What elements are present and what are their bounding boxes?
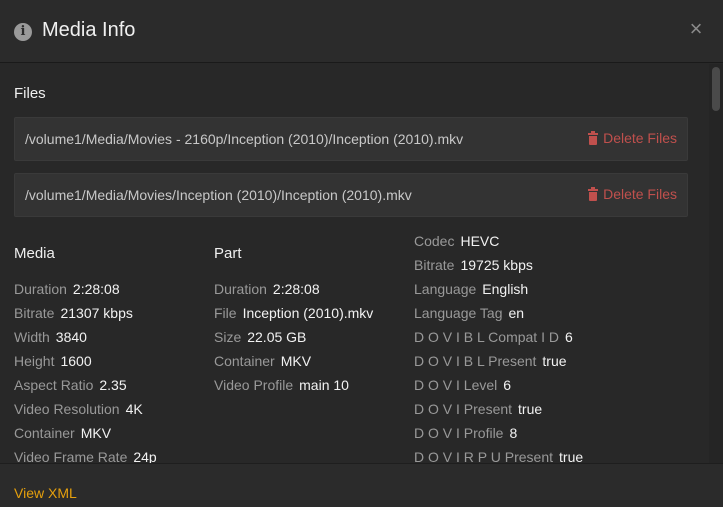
delete-files-button[interactable]: Delete Files xyxy=(588,186,677,202)
media-label: Video Resolution xyxy=(14,401,120,417)
media-label: Height xyxy=(14,353,55,369)
stream-row-codec: Codec HEVC xyxy=(414,233,499,249)
part-label: Container xyxy=(214,353,275,369)
stream-label: Codec xyxy=(414,233,455,249)
media-row-height: Height 1600 xyxy=(14,353,92,369)
media-row-width: Width 3840 xyxy=(14,329,87,345)
stream-row-language-tag: Language Tag en xyxy=(414,305,524,321)
media-value: 2.35 xyxy=(99,377,127,393)
trash-icon xyxy=(588,187,599,201)
file-path: /volume1/Media/Movies/Inception (2010)/I… xyxy=(25,187,412,203)
media-value: 2:28:08 xyxy=(72,281,120,297)
stream-value: 19725 kbps xyxy=(460,257,533,273)
media-label: Aspect Ratio xyxy=(14,377,94,393)
stream-row-dovi-rpu-present: D O V I R P U Present true xyxy=(414,449,583,463)
scrollbar-thumb[interactable] xyxy=(712,67,720,111)
media-label: Bitrate xyxy=(14,305,55,321)
stream-label: D O V I B L Compat I D xyxy=(414,329,559,345)
stream-label: Language Tag xyxy=(414,305,503,321)
info-icon: i xyxy=(14,23,32,41)
close-icon[interactable]: × xyxy=(686,17,706,41)
stream-label: D O V I R P U Present xyxy=(414,449,554,463)
files-heading: Files xyxy=(14,85,46,102)
stream-label: D O V I Level xyxy=(414,377,498,393)
stream-label: D O V I Present xyxy=(414,401,513,417)
media-heading: Media xyxy=(14,245,55,262)
stream-value: HEVC xyxy=(460,233,500,249)
media-value: 4K xyxy=(125,401,143,417)
part-label: File xyxy=(214,305,237,321)
media-row-video-frame-rate: Video Frame Rate 24p xyxy=(14,449,157,463)
stream-row-dovi-present: D O V I Present true xyxy=(414,401,542,417)
media-row-video-resolution: Video Resolution 4K xyxy=(14,401,143,417)
part-value: 22.05 GB xyxy=(247,329,307,345)
stream-value: true xyxy=(542,353,567,369)
part-row-size: Size 22.05 GB xyxy=(214,329,306,345)
stream-value: 6 xyxy=(564,329,573,345)
stream-row-dovi-profile: D O V I Profile 8 xyxy=(414,425,517,441)
stream-value: 6 xyxy=(503,377,512,393)
stream-value: en xyxy=(508,305,525,321)
media-value: 21307 kbps xyxy=(60,305,133,321)
dialog-title: Media Info xyxy=(42,19,136,41)
dialog-footer: View XML xyxy=(0,463,723,507)
media-label: Container xyxy=(14,425,75,441)
delete-files-label: Delete Files xyxy=(603,130,677,146)
media-row-aspect-ratio: Aspect Ratio 2.35 xyxy=(14,377,127,393)
media-label: Duration xyxy=(14,281,67,297)
media-label: Video Frame Rate xyxy=(14,449,128,463)
stream-value: true xyxy=(559,449,584,463)
stream-value: 8 xyxy=(509,425,518,441)
stream-value: true xyxy=(518,401,543,417)
media-label: Width xyxy=(14,329,50,345)
part-label: Video Profile xyxy=(214,377,294,393)
delete-files-label: Delete Files xyxy=(603,186,677,202)
part-heading: Part xyxy=(214,245,242,262)
stream-label: Language xyxy=(414,281,477,297)
part-value: main 10 xyxy=(299,377,349,393)
dialog-header: i Media Info × xyxy=(0,0,723,63)
dialog-body[interactable]: Files /volume1/Media/Movies - 2160p/Ince… xyxy=(0,64,708,463)
stream-row-dovi-level: D O V I Level 6 xyxy=(414,377,511,393)
file-row: /volume1/Media/Movies/Inception (2010)/I… xyxy=(14,173,688,217)
part-value: MKV xyxy=(280,353,312,369)
view-xml-link[interactable]: View XML xyxy=(14,485,77,501)
part-label: Duration xyxy=(214,281,267,297)
media-value: 3840 xyxy=(55,329,87,345)
file-row: /volume1/Media/Movies - 2160p/Inception … xyxy=(14,117,688,161)
stream-row-dovi-bl-compat-id: D O V I B L Compat I D 6 xyxy=(414,329,573,345)
trash-icon xyxy=(588,131,599,145)
media-value: 1600 xyxy=(60,353,92,369)
stream-row-bitrate: Bitrate 19725 kbps xyxy=(414,257,533,273)
part-row-duration: Duration 2:28:08 xyxy=(214,281,320,297)
file-path: /volume1/Media/Movies - 2160p/Inception … xyxy=(25,131,464,147)
part-row-container: Container MKV xyxy=(214,353,311,369)
stream-row-dovi-bl-present: D O V I B L Present true xyxy=(414,353,567,369)
part-row-file: File Inception (2010).mkv xyxy=(214,305,373,321)
media-value: 24p xyxy=(133,449,157,463)
part-value: Inception (2010).mkv xyxy=(242,305,374,321)
delete-files-button[interactable]: Delete Files xyxy=(588,130,677,146)
part-label: Size xyxy=(214,329,242,345)
stream-label: Bitrate xyxy=(414,257,455,273)
stream-row-language: Language English xyxy=(414,281,528,297)
stream-label: D O V I Profile xyxy=(414,425,504,441)
media-row-container: Container MKV xyxy=(14,425,111,441)
scrollbar[interactable] xyxy=(709,64,723,463)
stream-label: D O V I B L Present xyxy=(414,353,537,369)
stream-value: English xyxy=(482,281,529,297)
part-row-video-profile: Video Profile main 10 xyxy=(214,377,349,393)
media-value: MKV xyxy=(80,425,112,441)
media-row-bitrate: Bitrate 21307 kbps xyxy=(14,305,133,321)
part-value: 2:28:08 xyxy=(272,281,320,297)
media-row-duration: Duration 2:28:08 xyxy=(14,281,120,297)
